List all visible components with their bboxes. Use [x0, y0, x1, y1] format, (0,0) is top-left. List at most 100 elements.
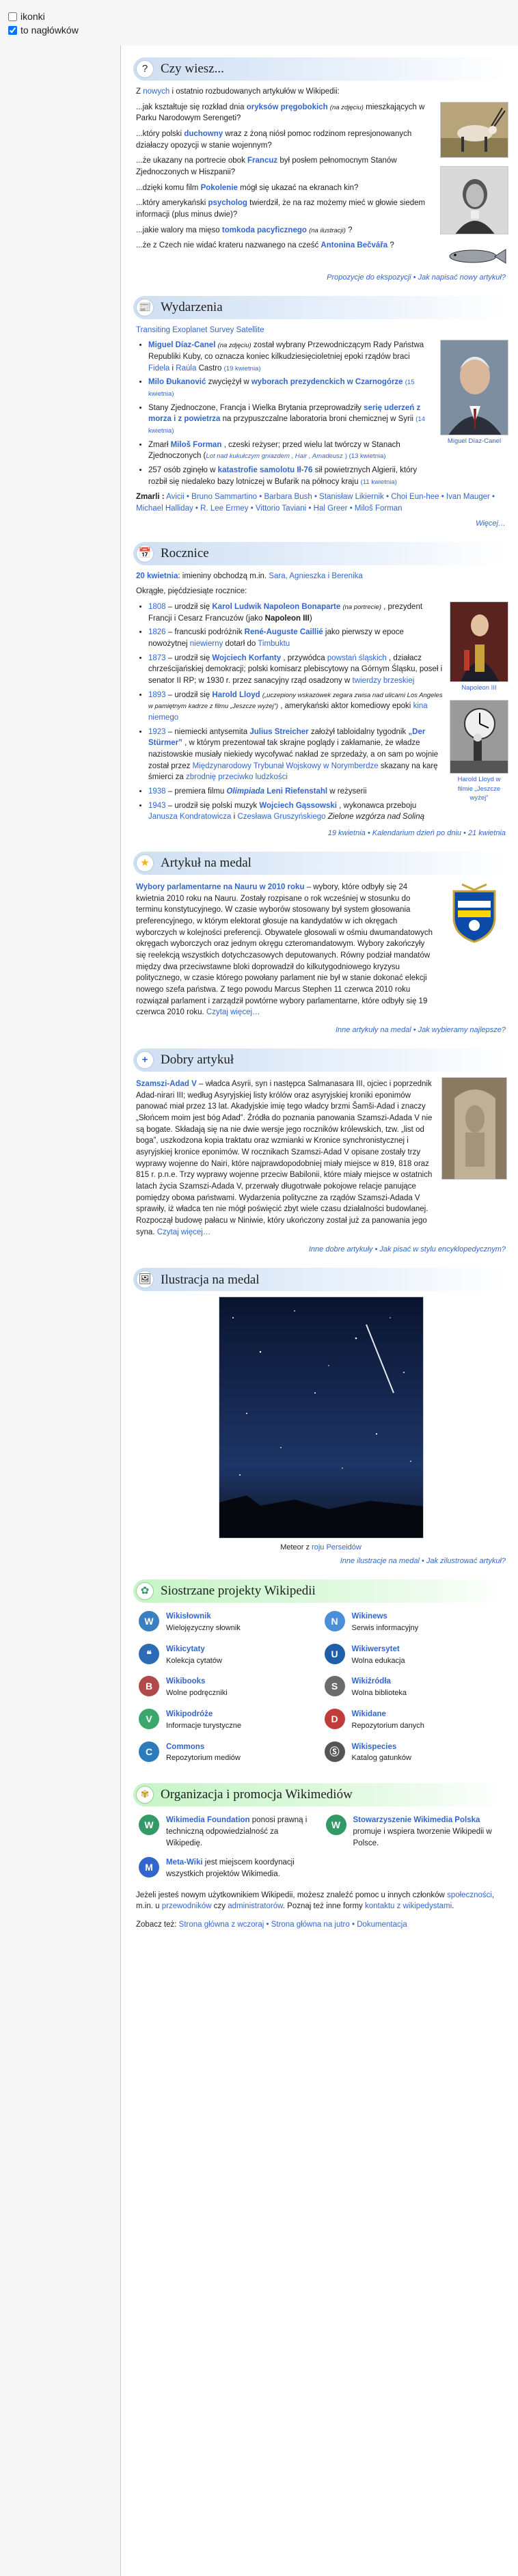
person-link[interactable]: Harold Lloyd: [212, 691, 260, 699]
napoleon-iii-portrait[interactable]: [450, 601, 508, 682]
person-link[interactable]: Julius Streicher: [249, 728, 308, 736]
did-you-know-list: ...jak kształtuje się rozkład dnia oryks…: [133, 102, 433, 270]
admins-link[interactable]: administratorów: [228, 1902, 283, 1910]
intro-link[interactable]: nowych: [143, 87, 169, 96]
tess-link[interactable]: Transiting Exoplanet Survey Satellite: [136, 326, 264, 334]
sister-project[interactable]: B Wikibooks Wolne podręczniki: [139, 1676, 318, 1699]
project-name[interactable]: Wikibooks: [166, 1677, 205, 1685]
dyk-link[interactable]: psycholog: [208, 199, 247, 207]
news-link[interactable]: Miloš Forman: [171, 441, 222, 449]
sister-project[interactable]: S Wikiźródła Wolna biblioteka: [324, 1676, 504, 1699]
sister-project[interactable]: D Wikidane Repozytorium danych: [324, 1709, 504, 1732]
icons-option[interactable]: ikonki: [8, 10, 79, 23]
headers-checkbox[interactable]: [8, 25, 17, 35]
person-link[interactable]: Wojciech Gąssowski: [259, 802, 337, 810]
news-link[interactable]: wyborach prezydenckich w Czarnogórze: [251, 378, 403, 386]
project-name[interactable]: Wikispecies: [352, 1743, 397, 1751]
dyk-link[interactable]: oryksów pręgobokich: [247, 103, 328, 111]
read-more-link[interactable]: Czytaj więcej…: [157, 1228, 211, 1236]
sister-project[interactable]: ❝ Wikicytaty Kolekcja cytatów: [139, 1643, 318, 1667]
meteor-photo[interactable]: [218, 1297, 424, 1539]
film-link[interactable]: Olimpiada: [226, 787, 264, 796]
project-name[interactable]: Wikipodróże: [166, 1710, 213, 1718]
fish-illustration[interactable]: [440, 242, 508, 270]
news-link[interactable]: katastrofie samolotu Ił-76: [218, 466, 313, 474]
anniversary-nav[interactable]: 19 kwietnia • Kalendarium dzień po dniu …: [133, 828, 506, 839]
project-name[interactable]: Wikicytaty: [166, 1645, 205, 1653]
person-link[interactable]: Leni Riefenstahl: [267, 787, 327, 796]
news-image-caption[interactable]: Miguel Díaz-Canel: [448, 437, 501, 446]
sister-project[interactable]: W Wikisłownik Wielojęzyczny słownik: [139, 1611, 318, 1634]
oryx-photo[interactable]: [440, 101, 508, 158]
year-link[interactable]: 1873: [148, 654, 166, 662]
ref-link[interactable]: Międzynarodowy Trybunał Wojskowy w Norym…: [193, 762, 379, 770]
sister-project[interactable]: C Commons Repozytorium mediów: [139, 1741, 318, 1765]
portrait-engraving[interactable]: [440, 165, 508, 234]
ref-link[interactable]: niewierny: [190, 640, 223, 648]
project-name[interactable]: Wikiwersytet: [352, 1645, 400, 1653]
organization-link[interactable]: Meta-Wiki: [166, 1858, 203, 1867]
person-link[interactable]: Karol Ludwik Napoleon Bonaparte: [212, 603, 340, 611]
date-link[interactable]: 20 kwietnia: [136, 572, 178, 580]
person-link[interactable]: Wojciech Korfanty: [212, 654, 281, 662]
good-article-link[interactable]: Szamszi-Adad V: [136, 1080, 197, 1088]
dyk-footer-links[interactable]: Propozycje do ekspozycji • Jak napisać n…: [133, 273, 506, 284]
icons-checkbox[interactable]: [8, 12, 17, 21]
films-links[interactable]: Lot nad kukułczym gniazdem , Hair , Amad…: [206, 452, 342, 460]
project-name[interactable]: Commons: [166, 1743, 204, 1751]
died-list[interactable]: Avicii • Bruno Sammartino • Barbara Bush…: [136, 493, 495, 513]
dyk-link[interactable]: Pokolenie: [201, 184, 238, 192]
project-name[interactable]: Wikisłownik: [166, 1612, 211, 1621]
dyk-link[interactable]: tomkoda pacyficznego: [222, 226, 307, 234]
names-link[interactable]: Sara, Agnieszka i Berenika: [269, 572, 362, 580]
diaz-canel-photo[interactable]: [440, 340, 508, 436]
project-name[interactable]: Wikinews: [352, 1612, 387, 1621]
news-link[interactable]: Fidela: [148, 364, 169, 372]
featured-article-link[interactable]: Wybory parlamentarne na Nauru w 2010 rok…: [136, 883, 304, 891]
organization-logo-icon: M: [139, 1857, 159, 1878]
dyk-link[interactable]: duchowny: [184, 130, 223, 138]
year-link[interactable]: 1923: [148, 728, 166, 736]
nauru-coat-of-arms[interactable]: [441, 880, 507, 946]
organization-link[interactable]: Wikimedia Foundation: [166, 1816, 250, 1824]
contact-link[interactable]: kontaktu z wikipedystami: [365, 1902, 452, 1910]
project-name[interactable]: Wikidane: [352, 1710, 386, 1718]
good-article-footer-links[interactable]: Inne dobre artykuły • Jak pisać w stylu …: [133, 1245, 506, 1256]
napoleon-caption[interactable]: Napoleon III: [461, 683, 496, 693]
year-link[interactable]: 1893: [148, 691, 166, 699]
news-link[interactable]: Raúla: [176, 364, 196, 372]
year-link[interactable]: 1938: [148, 787, 166, 796]
organization-link[interactable]: Stowarzyszenie Wikimedia Polska: [353, 1816, 480, 1824]
year-link[interactable]: 1943: [148, 802, 166, 810]
ref-link[interactable]: twierdzy brzeskiej: [353, 677, 415, 685]
news-link[interactable]: Miguel Díaz-Canel: [148, 341, 215, 349]
stele-photo[interactable]: [441, 1077, 507, 1180]
perseids-link[interactable]: roju Perseidów: [312, 1543, 362, 1551]
year-link[interactable]: 1808: [148, 603, 166, 611]
sister-project[interactable]: U Wikiwersytet Wolna edukacja: [324, 1643, 504, 1667]
news-more-link[interactable]: Więcej…: [133, 519, 506, 530]
project-name[interactable]: Wikiźródła: [352, 1677, 391, 1685]
ref-link[interactable]: Janusza Kondratowicza: [148, 813, 231, 821]
person-link[interactable]: René-Auguste Caillié: [245, 628, 323, 636]
sister-project[interactable]: Ⓢ Wikispecies Katalog gatunków: [324, 1741, 504, 1765]
featured-footer-links[interactable]: Inne artykuły na medal • Jak wybieramy n…: [133, 1025, 506, 1036]
ref-link[interactable]: Czesława Gruszyńskiego: [237, 813, 325, 821]
see-also-links[interactable]: Strona główna z wczoraj • Strona główna …: [179, 1921, 407, 1929]
year-link[interactable]: 1826: [148, 628, 166, 636]
sister-project[interactable]: V Wikipodróże Informacje turystyczne: [139, 1709, 318, 1732]
ref-link[interactable]: powstań śląskich: [327, 654, 387, 662]
ref-link[interactable]: Timbuktu: [258, 640, 290, 648]
dyk-link[interactable]: Francuz: [247, 157, 277, 165]
read-more-link[interactable]: Czytaj więcej…: [206, 1008, 260, 1016]
headers-option[interactable]: to nagłówków: [8, 23, 79, 37]
harold-lloyd-still[interactable]: [450, 699, 508, 774]
dyk-link[interactable]: Antonina Bečvářa: [321, 241, 387, 249]
community-link[interactable]: społeczności: [447, 1891, 492, 1899]
harold-caption[interactable]: Harold Lloyd w filmie „Jeszcze wyżej”: [450, 775, 508, 803]
guides-link[interactable]: przewodników: [162, 1902, 212, 1910]
ref-link[interactable]: zbrodnię przeciwko ludzkości: [186, 773, 288, 781]
illustration-footer-links[interactable]: Inne ilustracje na medal • Jak zilustrow…: [133, 1556, 506, 1567]
sister-project[interactable]: N Wikinews Serwis informacyjny: [324, 1611, 504, 1634]
news-link[interactable]: Milo Đukanović: [148, 378, 206, 386]
